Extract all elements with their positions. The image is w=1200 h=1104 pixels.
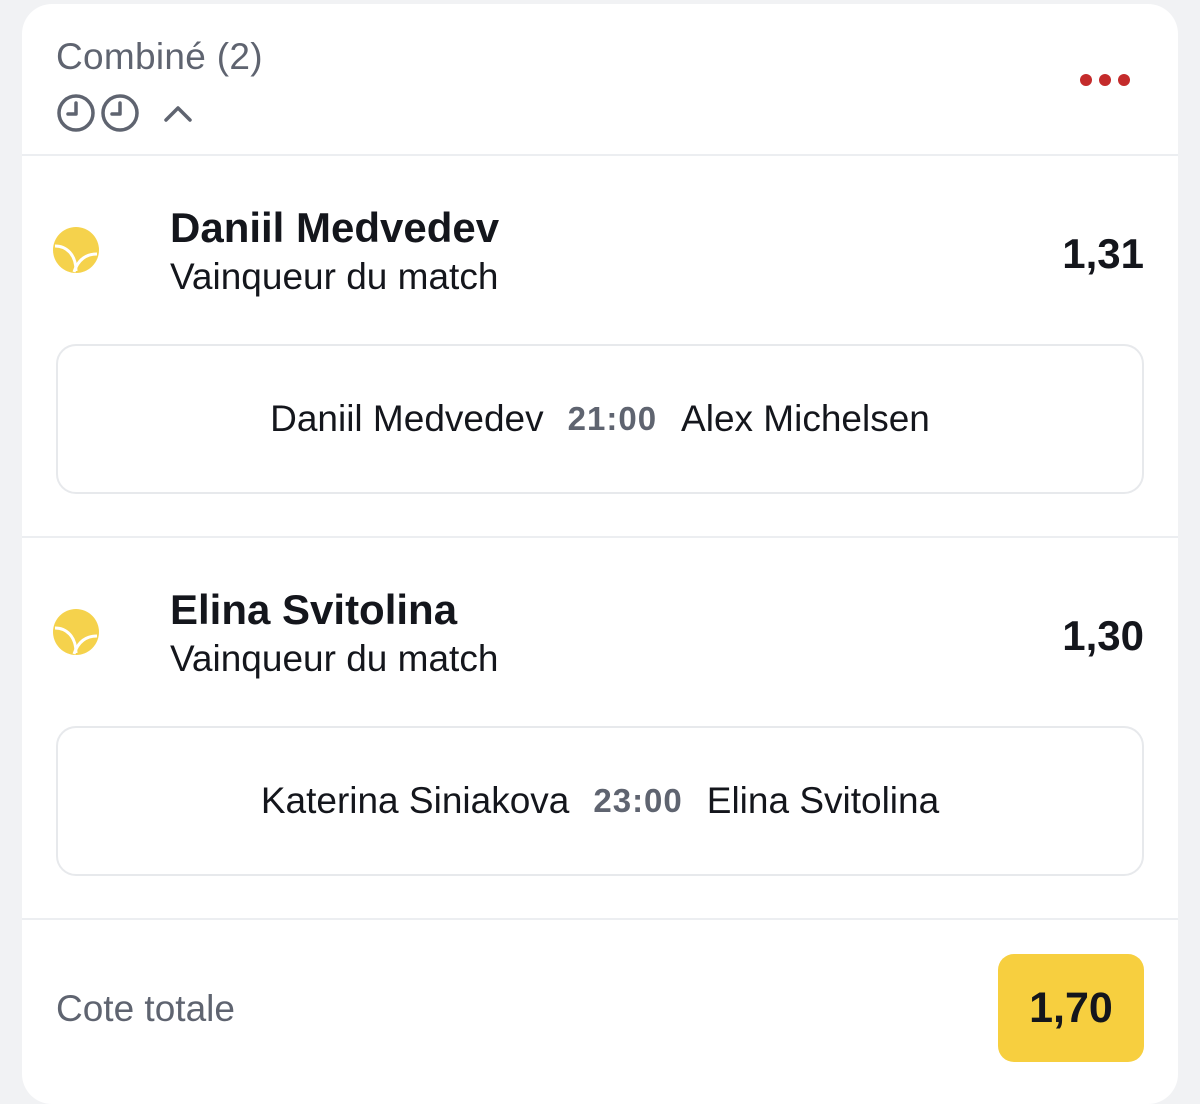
away-team: Alex Michelsen <box>681 398 930 439</box>
home-team: Katerina Siniakova <box>260 780 570 821</box>
clock-icon <box>101 94 139 132</box>
match-info-box[interactable]: Daniil Medvedev 21:00 Alex Michelsen <box>56 344 1144 494</box>
more-dot <box>1099 74 1111 86</box>
more-dot <box>1118 74 1130 86</box>
chevron-up-icon[interactable] <box>160 98 196 128</box>
selection-odds: 1,31 <box>1062 230 1144 277</box>
selection-item[interactable]: Daniil Medvedev Vainqueur du match 1,31 … <box>22 156 1178 536</box>
bet-type-title: Combiné (2) <box>56 36 263 77</box>
selection-name: Daniil Medvedev <box>170 204 500 251</box>
tennis-ball-icon <box>53 609 99 655</box>
match-time: 23:00 <box>593 782 683 819</box>
home-team: Daniil Medvedev <box>270 398 544 439</box>
total-odds-label: Cote totale <box>56 988 235 1029</box>
total-odds-badge: 1,70 <box>998 954 1144 1062</box>
selection-item[interactable]: Elina Svitolina Vainqueur du match 1,30 … <box>22 538 1178 918</box>
bet-slip-header: Combiné (2) <box>22 4 1178 156</box>
selection-market: Vainqueur du match <box>170 256 499 297</box>
selection-odds: 1,30 <box>1062 612 1144 659</box>
divider <box>22 918 1178 920</box>
clock-icon <box>57 94 95 132</box>
more-options-button[interactable] <box>1076 70 1134 90</box>
header-status-icons <box>56 92 196 134</box>
selection-market: Vainqueur du match <box>170 638 499 679</box>
away-team: Elina Svitolina <box>706 780 940 821</box>
selection-name: Elina Svitolina <box>170 586 458 633</box>
match-time: 21:00 <box>567 400 658 437</box>
tennis-ball-icon <box>53 227 99 273</box>
bet-slip-card: Combiné (2) Daniil Medvedev Vainqueur du… <box>22 4 1178 1104</box>
more-dot <box>1080 74 1092 86</box>
match-info-box[interactable]: Katerina Siniakova 23:00 Elina Svitolina <box>56 726 1144 876</box>
